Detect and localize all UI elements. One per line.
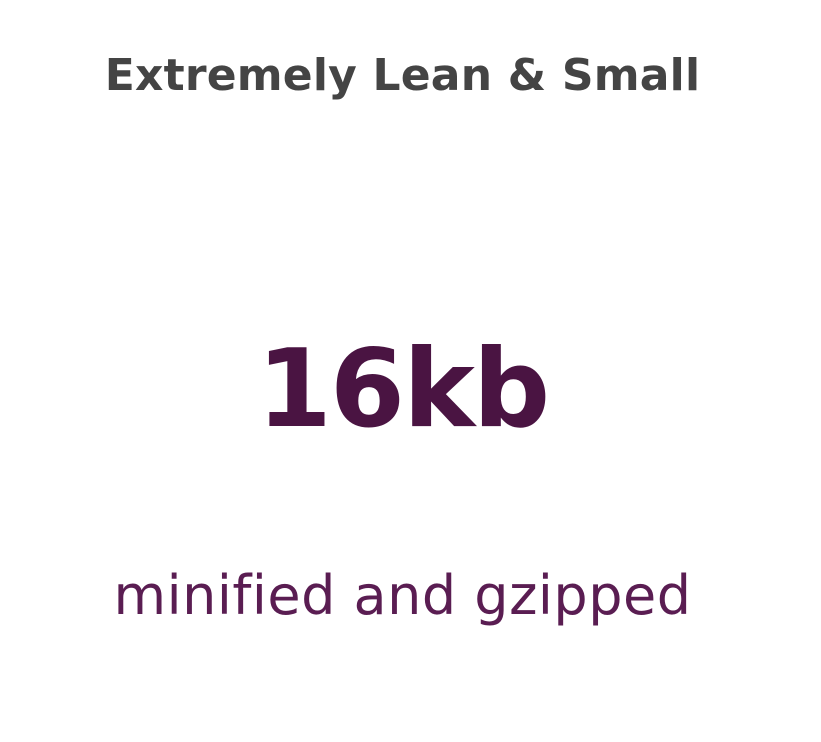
bundle-size-caption: minified and gzipped <box>113 564 692 627</box>
feature-heading: Extremely Lean & Small <box>104 50 701 101</box>
feature-card: Extremely Lean & Small 16kb minified and… <box>0 0 821 742</box>
bundle-size-value: 16kb <box>256 327 550 452</box>
